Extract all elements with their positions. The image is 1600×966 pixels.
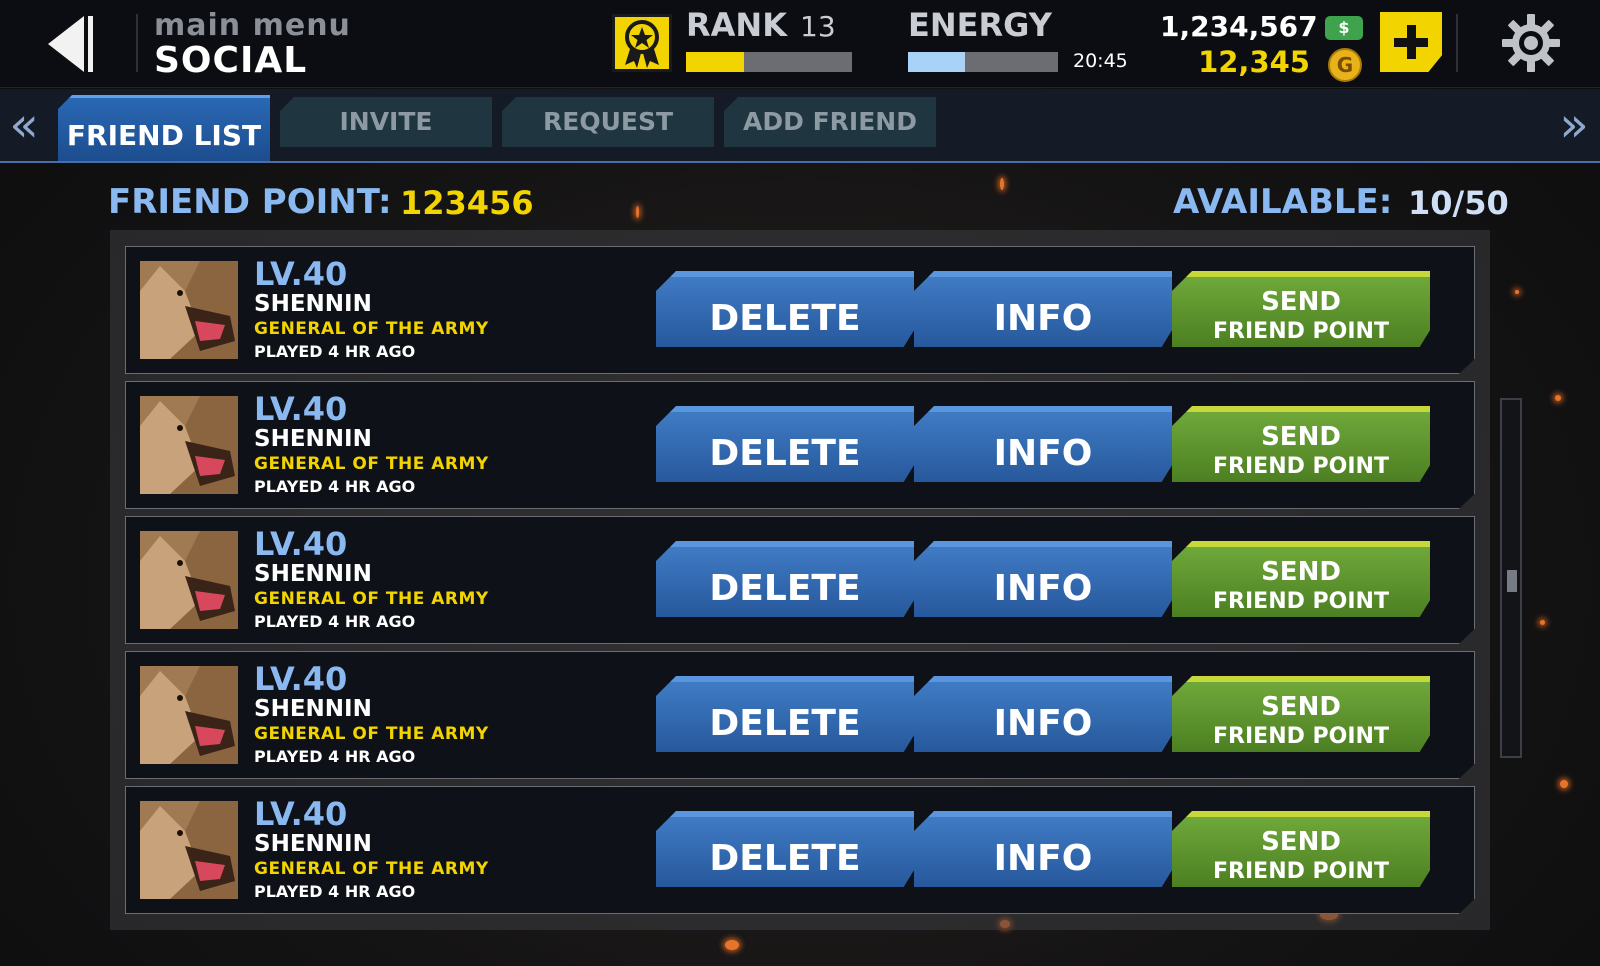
avatar — [140, 261, 238, 359]
info-button[interactable]: INFO — [914, 811, 1172, 887]
friend-name: SHENNIN — [254, 426, 372, 452]
delete-button[interactable]: DELETE — [656, 811, 914, 887]
friend-name: SHENNIN — [254, 561, 372, 587]
friend-name: SHENNIN — [254, 831, 372, 857]
friend-title: GENERAL OF THE ARMY — [254, 859, 489, 879]
friend-last-played: PLAYED 4 HR AGO — [254, 747, 416, 766]
tab-invite[interactable]: INVITE — [280, 97, 492, 147]
send-button-line1: SEND — [1261, 827, 1341, 857]
friend-name: SHENNIN — [254, 291, 372, 317]
cash-icon: $ — [1325, 16, 1363, 40]
ember-particle — [725, 940, 739, 950]
friend-point-label: FRIEND POINT: — [108, 182, 392, 222]
page-title: SOCIAL — [154, 40, 308, 81]
tab-friend-list[interactable]: FRIEND LIST — [58, 95, 270, 161]
energy-progress-fill — [908, 52, 965, 72]
friend-row: LV.40 SHENNIN GENERAL OF THE ARMY PLAYED… — [125, 786, 1475, 914]
ember-particle — [1515, 290, 1519, 294]
friend-point-value: 123456 — [400, 184, 534, 222]
avatar — [140, 666, 238, 764]
delete-button[interactable]: DELETE — [656, 676, 914, 752]
rank-progress-fill — [686, 52, 745, 72]
friend-last-played: PLAYED 4 HR AGO — [254, 477, 416, 496]
ember-particle — [1555, 395, 1561, 401]
gold-amount: 12,345 — [1198, 45, 1310, 79]
rank-medal-icon — [612, 14, 672, 72]
send-button-line2: FRIEND POINT — [1213, 454, 1389, 479]
friend-last-played: PLAYED 4 HR AGO — [254, 342, 416, 361]
friend-last-played: PLAYED 4 HR AGO — [254, 612, 416, 631]
info-button[interactable]: INFO — [914, 406, 1172, 482]
send-friend-point-button[interactable]: SEND FRIEND POINT — [1172, 811, 1430, 887]
friend-level: LV.40 — [254, 525, 348, 563]
divider — [136, 14, 138, 72]
send-button-line1: SEND — [1261, 287, 1341, 317]
friend-name: SHENNIN — [254, 696, 372, 722]
tabs-prev-icon[interactable]: « — [4, 97, 44, 153]
friend-level: LV.40 — [254, 795, 348, 833]
back-arrow-icon[interactable] — [40, 12, 100, 76]
divider — [1456, 14, 1458, 72]
delete-button[interactable]: DELETE — [656, 406, 914, 482]
energy-timer: 20:45 — [1073, 50, 1128, 72]
gold-coin-icon: G — [1328, 48, 1362, 82]
delete-button[interactable]: DELETE — [656, 271, 914, 347]
tab-add-friend[interactable]: ADD FRIEND — [724, 97, 936, 147]
avatar — [140, 396, 238, 494]
avatar — [140, 531, 238, 629]
friend-level: LV.40 — [254, 390, 348, 428]
friend-row: LV.40 SHENNIN GENERAL OF THE ARMY PLAYED… — [125, 246, 1475, 374]
send-friend-point-button[interactable]: SEND FRIEND POINT — [1172, 676, 1430, 752]
friend-title: GENERAL OF THE ARMY — [254, 589, 489, 609]
top-bar: main menu SOCIAL RANK 13 ENERGY 20:45 1,… — [0, 0, 1600, 88]
breadcrumb-parent[interactable]: main menu — [154, 8, 351, 43]
send-friend-point-button[interactable]: SEND FRIEND POINT — [1172, 271, 1430, 347]
ember-particle — [1560, 780, 1568, 788]
available-value: 10/50 — [1408, 184, 1509, 222]
info-button[interactable]: INFO — [914, 541, 1172, 617]
send-friend-point-button[interactable]: SEND FRIEND POINT — [1172, 406, 1430, 482]
cash-amount: 1,234,567 — [1160, 10, 1318, 43]
friend-level: LV.40 — [254, 255, 348, 293]
tab-request[interactable]: REQUEST — [502, 97, 714, 147]
add-currency-button[interactable] — [1380, 12, 1442, 72]
friend-title: GENERAL OF THE ARMY — [254, 724, 489, 744]
rank-progress-bar — [686, 52, 852, 72]
list-scrollbar[interactable] — [1500, 398, 1522, 758]
available-label: AVAILABLE: — [1173, 182, 1393, 222]
energy-progress-bar — [908, 52, 1058, 72]
friend-title: GENERAL OF THE ARMY — [254, 319, 489, 339]
send-button-line1: SEND — [1261, 557, 1341, 587]
send-button-line2: FRIEND POINT — [1213, 589, 1389, 614]
send-button-line2: FRIEND POINT — [1213, 859, 1389, 884]
ember-particle — [1540, 620, 1545, 625]
tabs-next-icon[interactable]: » — [1554, 97, 1594, 153]
info-button[interactable]: INFO — [914, 676, 1172, 752]
send-button-line2: FRIEND POINT — [1213, 724, 1389, 749]
friend-row: LV.40 SHENNIN GENERAL OF THE ARMY PLAYED… — [125, 651, 1475, 779]
scroll-thumb[interactable] — [1507, 570, 1517, 592]
info-button[interactable]: INFO — [914, 271, 1172, 347]
rank-value: 13 — [800, 10, 836, 43]
avatar — [140, 801, 238, 899]
friend-row: LV.40 SHENNIN GENERAL OF THE ARMY PLAYED… — [125, 516, 1475, 644]
friend-title: GENERAL OF THE ARMY — [254, 454, 489, 474]
friend-last-played: PLAYED 4 HR AGO — [254, 882, 416, 901]
ember-particle — [636, 206, 639, 218]
send-friend-point-button[interactable]: SEND FRIEND POINT — [1172, 541, 1430, 617]
ember-particle — [1000, 178, 1004, 190]
send-button-line1: SEND — [1261, 422, 1341, 452]
gear-icon[interactable] — [1500, 12, 1562, 74]
send-button-line2: FRIEND POINT — [1213, 319, 1389, 344]
tab-bar: « FRIEND LIST INVITE REQUEST ADD FRIEND … — [0, 89, 1600, 163]
energy-label: ENERGY — [908, 6, 1052, 44]
rank-label: RANK — [686, 6, 787, 44]
delete-button[interactable]: DELETE — [656, 541, 914, 617]
friend-row: LV.40 SHENNIN GENERAL OF THE ARMY PLAYED… — [125, 381, 1475, 509]
friend-level: LV.40 — [254, 660, 348, 698]
send-button-line1: SEND — [1261, 692, 1341, 722]
